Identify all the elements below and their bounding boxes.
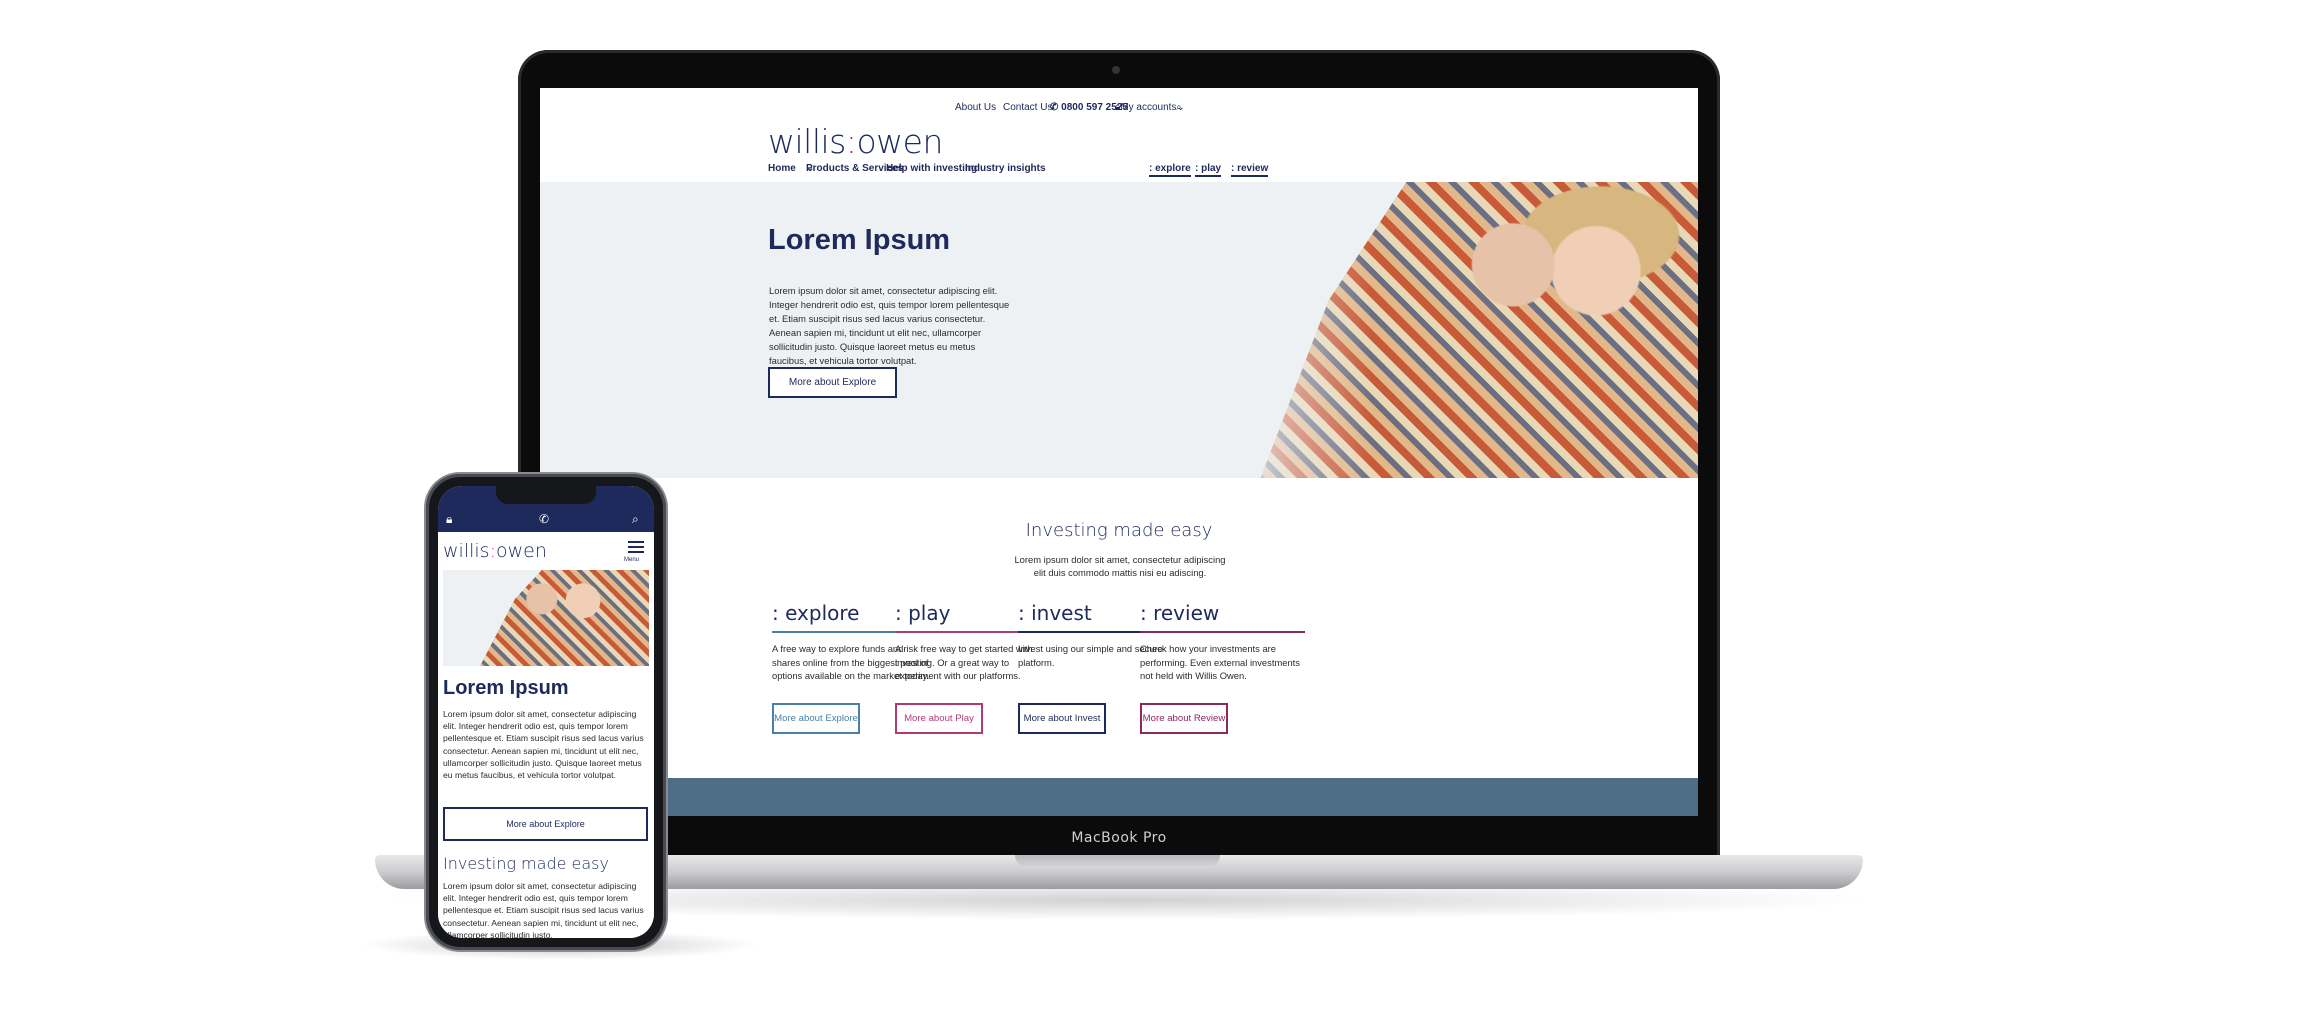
section-subtitle: Lorem ipsum dolor sit amet, consectetur … bbox=[1014, 554, 1226, 578]
nav-explore[interactable]: : explore bbox=[1149, 163, 1191, 177]
search-icon[interactable]: ⌕ bbox=[632, 512, 639, 527]
logo-text-left: willis bbox=[768, 122, 846, 161]
card-review: : review Check how your investments are … bbox=[1140, 601, 1305, 734]
hero-explore-button[interactable]: More about Explore bbox=[768, 367, 897, 398]
phone-icon[interactable]: ✆ bbox=[539, 512, 549, 526]
phone-section-text: Lorem ipsum dolor sit amet, consectetur … bbox=[443, 881, 644, 938]
hero-image-fade bbox=[1212, 182, 1372, 478]
laptop-label: MacBook Pro bbox=[1071, 830, 1167, 846]
phone-icon: ✆ bbox=[1050, 102, 1059, 113]
play-button[interactable]: More about Play bbox=[895, 703, 983, 734]
phone-section-title: Investing made easy bbox=[443, 854, 609, 873]
camera-icon bbox=[1112, 66, 1120, 74]
hero-title: Lorem Ipsum bbox=[768, 224, 951, 256]
explore-button[interactable]: More about Explore bbox=[772, 703, 860, 734]
card-text: Check how your investments are performin… bbox=[1140, 643, 1300, 681]
menu-icon[interactable] bbox=[628, 541, 644, 556]
chevron-down-icon: ⌄ bbox=[806, 163, 815, 174]
contact-us-link[interactable]: Contact Us bbox=[1003, 102, 1052, 113]
nav-review[interactable]: : review bbox=[1231, 163, 1269, 177]
nav-insights[interactable]: Industry insights bbox=[965, 163, 1046, 174]
about-us-link[interactable]: About Us bbox=[955, 102, 996, 113]
laptop-notch bbox=[1015, 855, 1220, 868]
footer-band bbox=[540, 778, 1698, 816]
lock-icon[interactable]: 🔒︎ bbox=[446, 512, 452, 527]
chevron-down-icon: ⌄ bbox=[886, 163, 895, 174]
phone-explore-button[interactable]: More about Explore bbox=[443, 807, 648, 841]
phone-hero-text: Lorem ipsum dolor sit amet, consectetur … bbox=[443, 709, 644, 781]
hero-section: Lorem Ipsum Lorem ipsum dolor sit amet, … bbox=[540, 182, 1698, 478]
logo-colon: : bbox=[845, 122, 857, 161]
site-logo[interactable]: willis:owen bbox=[768, 122, 943, 161]
phone-hero-title: Lorem Ipsum bbox=[443, 677, 569, 699]
logo-text-right: owen bbox=[856, 122, 943, 161]
search-icon[interactable]: ⌕ bbox=[1176, 102, 1182, 113]
laptop-screen: About Us Contact Us ✆ 0800 597 2525 🔒︎My… bbox=[540, 88, 1698, 816]
my-accounts-link[interactable]: 🔒︎My accounts⌄ bbox=[1115, 102, 1185, 113]
nav-home[interactable]: Home bbox=[768, 163, 796, 174]
invest-button[interactable]: More about Invest bbox=[1018, 703, 1106, 734]
phone-device: 🔒︎ ✆ ⌕ willis:owen Menu Lorem Ipsum Lore… bbox=[426, 474, 666, 950]
site-logo[interactable]: willis:owen bbox=[443, 540, 547, 562]
phone-notch bbox=[496, 486, 596, 504]
hero-text: Lorem ipsum dolor sit amet, consectetur … bbox=[769, 285, 1010, 366]
logo-text-left: willis bbox=[443, 540, 490, 562]
phone-screen: 🔒︎ ✆ ⌕ willis:owen Menu Lorem Ipsum Lore… bbox=[438, 486, 654, 938]
nav-help-label: Help with investing bbox=[886, 163, 978, 174]
review-button[interactable]: More about Review bbox=[1140, 703, 1228, 734]
nav-play[interactable]: : play bbox=[1195, 163, 1222, 177]
logo-text-right: owen bbox=[495, 540, 547, 562]
my-accounts-label: My accounts bbox=[1120, 102, 1177, 113]
laptop-device: About Us Contact Us ✆ 0800 597 2525 🔒︎My… bbox=[518, 50, 1720, 862]
menu-label: Menu bbox=[624, 557, 640, 563]
section-title: Investing made easy bbox=[1025, 520, 1213, 541]
card-title: : review bbox=[1140, 601, 1305, 633]
